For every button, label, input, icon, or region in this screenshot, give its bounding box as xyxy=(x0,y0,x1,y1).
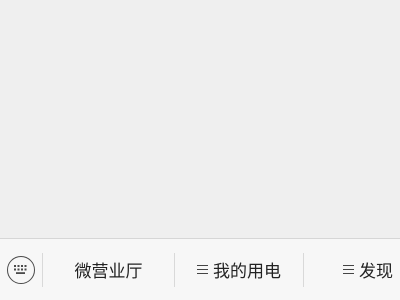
menu-item-wei-yingyeting[interactable]: 微营业厅 xyxy=(43,239,174,300)
menu-lines-icon xyxy=(343,264,354,275)
message-area[interactable] xyxy=(0,0,400,238)
chat-screen: 微营业厅 我的用电 发现 xyxy=(0,0,400,300)
menu-lines-icon xyxy=(197,264,208,275)
keyboard-toggle-button[interactable] xyxy=(0,239,42,300)
menu-item-faxian[interactable]: 发现 xyxy=(304,239,400,300)
menu-item-label: 我的用电 xyxy=(213,262,281,282)
menu-item-wode-yongdian[interactable]: 我的用电 xyxy=(175,239,303,300)
menu-item-label: 发现 xyxy=(359,262,393,282)
keyboard-icon xyxy=(7,255,35,284)
bottom-menu-bar: 微营业厅 我的用电 发现 xyxy=(0,238,400,300)
menu-item-label: 微营业厅 xyxy=(74,262,143,282)
